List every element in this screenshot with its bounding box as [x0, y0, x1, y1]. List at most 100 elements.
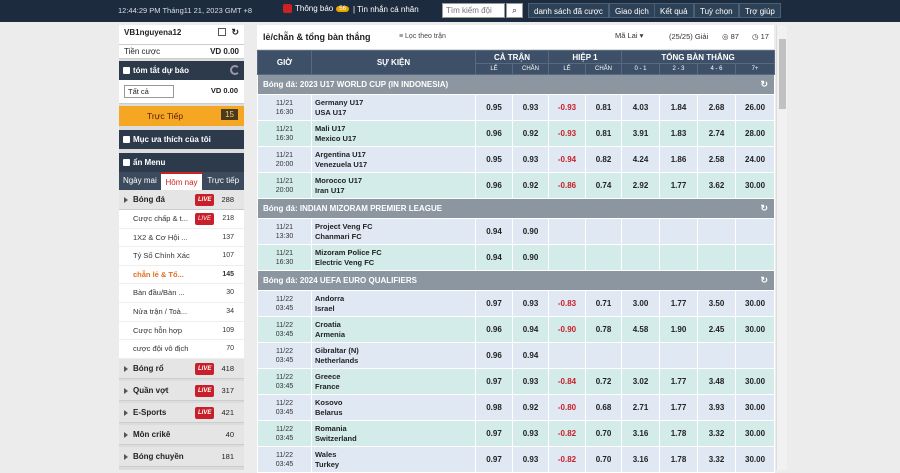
tab-today[interactable]: Hôm nay	[160, 172, 203, 190]
odds-chan[interactable]: 0.94	[512, 342, 549, 369]
odds-hchan[interactable]: 0.78	[584, 316, 623, 343]
odds-le[interactable]: 0.97	[475, 368, 513, 395]
odds-t2[interactable]: 1.86	[659, 146, 699, 173]
tab-tomorrow[interactable]: Ngày mai	[119, 172, 161, 190]
odds-le[interactable]: 0.97	[475, 446, 513, 473]
nav-bet-list[interactable]: danh sách đã cược	[528, 3, 609, 18]
odds-hle[interactable]: -0.93	[548, 94, 586, 121]
market-item[interactable]: Tỷ Số Chính Xác 107	[119, 247, 244, 266]
odds-hle[interactable]: -0.83	[548, 290, 586, 317]
odds-chan[interactable]: 0.92	[512, 172, 549, 199]
refresh-icon[interactable]: ↻	[760, 275, 768, 286]
odds-t1[interactable]: 4.03	[621, 94, 661, 121]
search-icon[interactable]: ⌕	[506, 3, 523, 18]
odds-le[interactable]: 0.95	[475, 94, 513, 121]
odds-t4[interactable]: 30.00	[735, 446, 776, 473]
odds-t3[interactable]: 3.93	[697, 394, 737, 421]
nav-options[interactable]: Tuỳ chọn	[694, 3, 739, 18]
odds-t1[interactable]: 4.58	[621, 316, 661, 343]
match-event[interactable]: Gibraltar (N) Netherlands	[311, 342, 476, 369]
odds-le[interactable]: 0.98	[475, 394, 513, 421]
match-event[interactable]: Mali U17 Mexico U17	[311, 120, 476, 147]
odds-t3[interactable]: 3.32	[697, 446, 737, 473]
match-event[interactable]: Kosovo Belarus	[311, 394, 476, 421]
odds-le[interactable]: 0.97	[475, 290, 513, 317]
scrollbar-thumb[interactable]	[779, 39, 786, 109]
refresh-icon[interactable]: ↻	[231, 27, 239, 38]
odds-t4[interactable]: 26.00	[735, 94, 776, 121]
match-event[interactable]: Morocco U17 Iran U17	[311, 172, 476, 199]
odds-chan[interactable]: 0.93	[512, 290, 549, 317]
summary-select[interactable]: Tất cả	[124, 85, 174, 98]
refresh-icon[interactable]	[230, 65, 240, 75]
match-event[interactable]: Argentina U17 Venezuela U17	[311, 146, 476, 173]
odds-chan[interactable]: 0.90	[512, 244, 549, 271]
sport-item-cricket[interactable]: Môn crikê 40	[119, 424, 244, 445]
private-messages-link[interactable]: | Tin nhắn cá nhân	[353, 5, 419, 14]
sport-item-basketball[interactable]: Bóng rổ LIVE 418	[119, 358, 244, 379]
odds-hle[interactable]: -0.82	[548, 446, 586, 473]
odds-t1[interactable]: 3.00	[621, 290, 661, 317]
odds-t4[interactable]: 30.00	[735, 420, 776, 447]
odds-t2[interactable]: 1.78	[659, 446, 699, 473]
odds-le[interactable]: 0.96	[475, 120, 513, 147]
odds-t4[interactable]: 30.00	[735, 172, 776, 199]
clock-count[interactable]: ◷ 17	[752, 32, 769, 41]
refresh-icon[interactable]: ↻	[760, 203, 768, 214]
odds-t2[interactable]: 1.77	[659, 394, 699, 421]
odds-hchan[interactable]: 0.70	[584, 446, 623, 473]
odds-t3[interactable]: 3.48	[697, 368, 737, 395]
league-row[interactable]: Bóng đá: 2023 U17 WORLD CUP (IN INDONESI…	[256, 74, 776, 95]
menu-header[interactable]: ẩn Menu	[119, 153, 244, 172]
odds-le[interactable]: 0.97	[475, 420, 513, 447]
scrollbar[interactable]	[776, 25, 787, 470]
filter-by-match-button[interactable]: ≡ Lọc theo trận	[399, 33, 446, 40]
odds-t3[interactable]: 2.45	[697, 316, 737, 343]
nav-help[interactable]: Trợ giúp	[739, 3, 781, 18]
nav-transactions[interactable]: Giao dịch	[609, 3, 655, 18]
odds-chan[interactable]: 0.93	[512, 94, 549, 121]
match-event[interactable]: Andorra Israel	[311, 290, 476, 317]
match-event[interactable]: Wales Turkey	[311, 446, 476, 473]
odds-chan[interactable]: 0.93	[512, 146, 549, 173]
match-event[interactable]: Greece France	[311, 368, 476, 395]
odds-chan[interactable]: 0.92	[512, 120, 549, 147]
odds-le[interactable]: 0.96	[475, 316, 513, 343]
market-item[interactable]: 1X2 & Cơ Hội ... 137	[119, 228, 244, 248]
odds-chan[interactable]: 0.94	[512, 316, 549, 343]
odds-hle[interactable]: -0.90	[548, 316, 586, 343]
notifications-button[interactable]: Thông báo 56	[283, 4, 349, 13]
odds-chan[interactable]: 0.93	[512, 446, 549, 473]
market-item[interactable]: Cược chấp & t... LIVE 218	[119, 210, 244, 229]
odds-t4[interactable]: 28.00	[735, 120, 776, 147]
odds-le[interactable]: 0.95	[475, 146, 513, 173]
odds-t2[interactable]: 1.77	[659, 290, 699, 317]
odds-hle[interactable]: -0.84	[548, 368, 586, 395]
league-row[interactable]: Bóng đá: INDIAN MIZORAM PREMIER LEAGUE ↻	[256, 198, 776, 219]
live-button[interactable]: Trực Tiếp 15	[119, 106, 244, 126]
odds-t3[interactable]: 3.50	[697, 290, 737, 317]
odds-le[interactable]: 0.96	[475, 342, 513, 369]
odds-t4[interactable]: 30.00	[735, 394, 776, 421]
team-search-input[interactable]	[442, 3, 505, 18]
football-count[interactable]: ◎ 87	[722, 32, 739, 41]
sport-item-football[interactable]: Bóng đá LIVE 288	[119, 190, 244, 210]
odds-type-select[interactable]: Mã Lai ▾	[615, 31, 643, 40]
refresh-icon[interactable]: ↻	[760, 79, 768, 90]
odds-t3[interactable]: 3.62	[697, 172, 737, 199]
odds-le[interactable]: 0.94	[475, 218, 513, 245]
odds-t4[interactable]: 30.00	[735, 316, 776, 343]
market-item[interactable]: cược đội vô địch 70	[119, 340, 244, 359]
odds-hle[interactable]: -0.93	[548, 120, 586, 147]
market-item[interactable]: Nửa trận / Toà... 34	[119, 302, 244, 322]
tab-live[interactable]: Trực tiếp	[202, 172, 245, 190]
odds-le[interactable]: 0.94	[475, 244, 513, 271]
odds-t2[interactable]: 1.78	[659, 420, 699, 447]
odds-t2[interactable]: 1.83	[659, 120, 699, 147]
odds-hchan[interactable]: 0.81	[584, 120, 623, 147]
odds-t1[interactable]: 2.92	[621, 172, 661, 199]
sport-item-esports[interactable]: E-Sports LIVE 421	[119, 402, 244, 423]
odds-t1[interactable]: 3.02	[621, 368, 661, 395]
odds-t2[interactable]: 1.77	[659, 172, 699, 199]
odds-chan[interactable]: 0.93	[512, 420, 549, 447]
